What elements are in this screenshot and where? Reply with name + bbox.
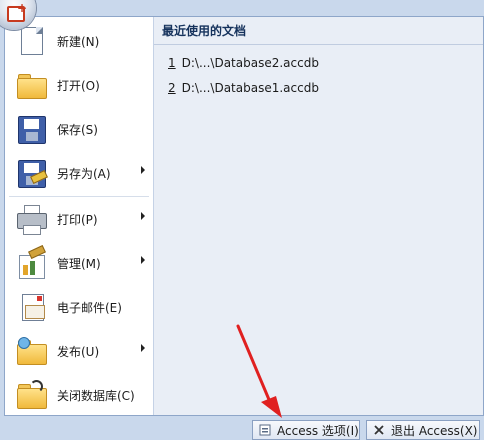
menu-item-publish[interactable]: 发布(U): [5, 329, 153, 373]
save-as-icon: [15, 157, 48, 189]
exit-access-label: 退出 Access(X): [391, 423, 478, 438]
plus-icon: +: [17, 1, 28, 15]
menu-item-label: 保存(S): [57, 122, 98, 137]
manage-icon: [15, 244, 47, 279]
access-options-button[interactable]: Access 选项(I): [252, 420, 360, 440]
recent-document-path: D:\...\Database1.accdb: [181, 81, 319, 95]
submenu-arrow-icon: [141, 212, 145, 220]
printer-icon: [15, 203, 47, 235]
recent-documents-panel: 最近使用的文档 1 D:\...\Database2.accdb 2 D:\...\…: [154, 17, 483, 415]
recent-document-number: 2: [168, 81, 176, 95]
exit-access-button[interactable]: 退出 Access(X): [366, 420, 480, 440]
menu-item-save[interactable]: 保存(S): [5, 107, 153, 151]
submenu-arrow-icon: [141, 256, 145, 264]
menu-item-label: 打印(P): [57, 212, 98, 227]
recent-document-number: 1: [168, 56, 176, 70]
access-options-label: Access 选项(I): [277, 423, 359, 438]
menu-item-label: 电子邮件(E): [57, 300, 122, 315]
menu-item-label: 发布(U): [57, 344, 100, 359]
menu-item-label: 另存为(A): [57, 166, 111, 181]
options-icon: [259, 424, 271, 436]
menu-item-open[interactable]: 打开(O): [5, 63, 153, 107]
menu-item-label: 管理(M): [57, 256, 101, 271]
close-icon: [373, 424, 385, 436]
menu-item-label: 关闭数据库(C): [57, 388, 135, 403]
menu-command-list: 新建(N) 打开(O) 保存(S) 另存为(A) 打印(P) 管理(M) 电子邮…: [5, 17, 154, 415]
recent-document-item[interactable]: 2 D:\...\Database1.accdb: [168, 78, 319, 98]
new-document-icon: [15, 25, 47, 57]
publish-icon: [15, 335, 47, 367]
office-menu: 新建(N) 打开(O) 保存(S) 另存为(A) 打印(P) 管理(M) 电子邮…: [4, 16, 484, 416]
submenu-arrow-icon: [141, 344, 145, 352]
save-icon: [15, 113, 47, 145]
email-icon: [15, 291, 47, 323]
menu-item-label: 新建(N): [57, 34, 100, 49]
menu-item-label: 打开(O): [57, 78, 100, 93]
submenu-arrow-icon: [141, 166, 145, 174]
recent-document-item[interactable]: 1 D:\...\Database2.accdb: [168, 53, 319, 73]
menu-item-save-as[interactable]: 另存为(A): [5, 151, 153, 195]
menu-item-close-database[interactable]: 关闭数据库(C): [5, 373, 153, 417]
menu-item-manage[interactable]: 管理(M): [5, 241, 153, 285]
menu-item-print[interactable]: 打印(P): [5, 197, 153, 241]
recent-document-path: D:\...\Database2.accdb: [181, 56, 319, 70]
recent-documents-title: 最近使用的文档: [154, 17, 483, 45]
open-folder-icon: [15, 69, 47, 101]
close-database-icon: [15, 379, 47, 411]
menu-item-email[interactable]: 电子邮件(E): [5, 285, 153, 329]
